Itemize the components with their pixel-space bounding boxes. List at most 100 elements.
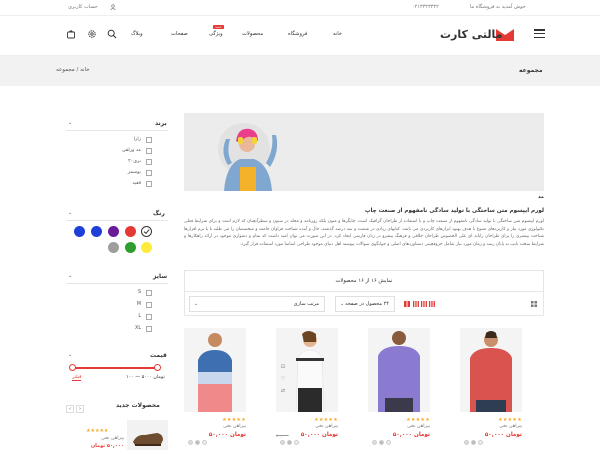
category-name: مد <box>538 194 544 200</box>
color-swatch-green[interactable] <box>125 242 136 253</box>
nav-pages[interactable]: صفحات <box>171 31 188 37</box>
top-bar: خوش آمدید به فروشگاه ما ۰۲۱۳۳۲۳۳۲۲ حساب … <box>0 0 600 16</box>
size-option[interactable]: M <box>104 302 152 310</box>
rating-stars: ★★★★★ <box>222 417 246 423</box>
brand-option[interactable]: مد ورلقی <box>104 148 152 156</box>
chevron-right-icon[interactable]: › <box>76 405 84 413</box>
nav-features[interactable]: ویژگی <box>209 31 223 37</box>
nav-new-badge: جدید <box>213 25 224 29</box>
product-name[interactable]: پیراهن نخی <box>223 424 246 429</box>
welcome-text: خوش آمدید به فروشگاه ما <box>470 4 526 10</box>
product-price: ۵۰,۰۰۰ تومان <box>208 432 246 438</box>
nav-shop[interactable]: فروشگاه <box>288 31 307 37</box>
color-swatch-red[interactable] <box>125 226 136 237</box>
product-toolbar: نمایش ۱۶ از ۱۶ محصولات ۲۴ محصول در صفحه ⌄… <box>184 270 544 316</box>
price-filter-heading[interactable]: قیمت <box>150 352 167 359</box>
chevron-down-icon[interactable]: ⌄ <box>68 210 72 216</box>
product-price: ۵۰,۰۰۰ تومان <box>484 432 522 438</box>
menu-icon[interactable] <box>534 29 545 39</box>
rating-stars: ★★★★★ <box>314 417 338 423</box>
compare-icon[interactable]: ⇄ <box>280 388 286 394</box>
product-image[interactable] <box>460 328 522 412</box>
divider <box>66 283 168 284</box>
page-title: مجموعه <box>519 67 543 74</box>
product-card[interactable]: ★★★★★ پیراهن نخی ۵۰,۰۰۰ تومان <box>460 328 522 450</box>
color-filter-heading[interactable]: رنگ <box>153 210 165 217</box>
chevron-down-icon[interactable]: ⌄ <box>68 352 72 358</box>
grid-2-icon[interactable] <box>404 301 410 307</box>
rating-stars: ★★★★★ <box>406 417 430 423</box>
color-options <box>372 440 393 446</box>
category-description: لورم ایپسوم متن ساختگی با تولید سادگی نا… <box>184 219 544 247</box>
size-option[interactable]: XL <box>104 326 152 334</box>
account-link[interactable]: حساب کاربری <box>68 4 98 10</box>
grid-4-icon[interactable] <box>429 301 435 307</box>
new-product-thumb[interactable] <box>127 420 168 450</box>
price-range-track[interactable] <box>72 367 158 369</box>
phone-number[interactable]: ۰۲۱۳۳۲۳۳۲۲ <box>412 4 439 10</box>
size-filter-heading[interactable]: سایز <box>153 273 167 280</box>
product-actions: ⊡ ♡ ⇄ <box>280 364 288 400</box>
color-swatch-purple[interactable] <box>108 226 119 237</box>
brand-filter-heading[interactable]: برند <box>155 120 167 127</box>
settings-icon[interactable] <box>87 29 97 39</box>
cart-icon[interactable] <box>66 29 76 39</box>
nav-home[interactable]: خانه <box>333 31 342 37</box>
result-count: نمایش ۱۶ از ۱۶ محصولات <box>335 278 393 284</box>
per-page-select[interactable]: ۲۴ محصول در صفحه ⌄ <box>335 296 395 312</box>
nav-products[interactable]: محصولات <box>242 31 263 37</box>
chevron-down-icon[interactable]: ⌄ <box>68 273 72 279</box>
logo-text[interactable]: مالتی کارت <box>440 28 502 41</box>
price-range-value: تومان ۵۰۰۰ — ۱۰۰ <box>126 375 165 380</box>
main-header: مالتی کارت خانه فروشگاه محصولات ویژگی جد… <box>0 16 600 56</box>
rating-stars: ★★★★★ <box>498 417 522 423</box>
product-card[interactable]: ★★★★★ پیراهن نخی ۵۰,۰۰۰ تومان <box>184 328 246 450</box>
grid-view-icon[interactable] <box>531 301 537 307</box>
page-title-band: مجموعه خانه / مجموعه <box>0 56 600 86</box>
cart-icon[interactable]: ⊡ <box>280 364 286 370</box>
divider <box>66 130 168 131</box>
product-name[interactable]: پیراهن نخی <box>407 424 430 429</box>
color-swatch-gray[interactable] <box>108 242 119 253</box>
color-swatch-blue[interactable] <box>91 226 102 237</box>
wishlist-icon[interactable]: ♡ <box>280 376 286 382</box>
brand-option[interactable]: یوسمر <box>104 170 152 178</box>
price-min-handle[interactable] <box>69 364 76 371</box>
price-max-handle[interactable] <box>154 364 161 371</box>
rating-stars: ★★★★★ <box>86 428 109 434</box>
color-swatch-white[interactable] <box>141 226 152 237</box>
brand-option[interactable]: زارا <box>104 137 152 145</box>
list-view-icon[interactable] <box>413 301 419 307</box>
sort-select[interactable]: مرتب سازی ⌄ <box>189 296 325 312</box>
price-filter-button[interactable]: فیلتر <box>72 375 82 381</box>
new-products-heading: محصولات جدید <box>116 402 160 409</box>
product-card[interactable]: ⊡ ♡ ⇄ ★★★★★ پیراهن نخی ۵۰,۰۰۰ تومان ۸۰,۰… <box>276 328 338 450</box>
color-options <box>188 440 209 446</box>
nav-blog[interactable]: وبلاگ <box>131 31 143 37</box>
category-headline: لورم ایپسوم متن ساختگی با تولید سادگی نا… <box>364 208 544 214</box>
brand-option[interactable]: فقید <box>104 181 152 189</box>
color-swatch-blue[interactable] <box>74 226 85 237</box>
product-image[interactable] <box>184 328 246 412</box>
search-icon[interactable] <box>107 29 117 39</box>
grid-3-icon[interactable] <box>421 301 427 307</box>
color-options <box>280 440 301 446</box>
brand-option[interactable]: بزی۲۰ <box>104 159 152 167</box>
chevron-down-icon: ⌄ <box>340 301 345 307</box>
chevron-left-icon[interactable]: ‹ <box>66 405 74 413</box>
size-option[interactable]: S <box>104 290 152 298</box>
divider <box>66 220 168 221</box>
chevron-down-icon[interactable]: ⌄ <box>68 120 72 126</box>
user-icon[interactable] <box>110 4 116 11</box>
product-name[interactable]: پیراهن نخی <box>499 424 522 429</box>
product-image[interactable] <box>368 328 430 412</box>
color-swatch-yellow[interactable] <box>141 242 152 253</box>
product-price: ۵۰,۰۰۰ تومان <box>300 432 338 438</box>
new-product-price: ۵۰,۰۰۰ تومان <box>90 443 124 449</box>
product-card[interactable]: ★★★★★ پیراهن نخی ۵۰,۰۰۰ تومان <box>368 328 430 450</box>
size-option[interactable]: L <box>104 314 152 322</box>
breadcrumb[interactable]: خانه / مجموعه <box>56 67 90 73</box>
new-product-name[interactable]: پیراهن نخی <box>86 436 124 441</box>
color-options <box>464 440 485 446</box>
product-name[interactable]: پیراهن نخی <box>315 424 338 429</box>
